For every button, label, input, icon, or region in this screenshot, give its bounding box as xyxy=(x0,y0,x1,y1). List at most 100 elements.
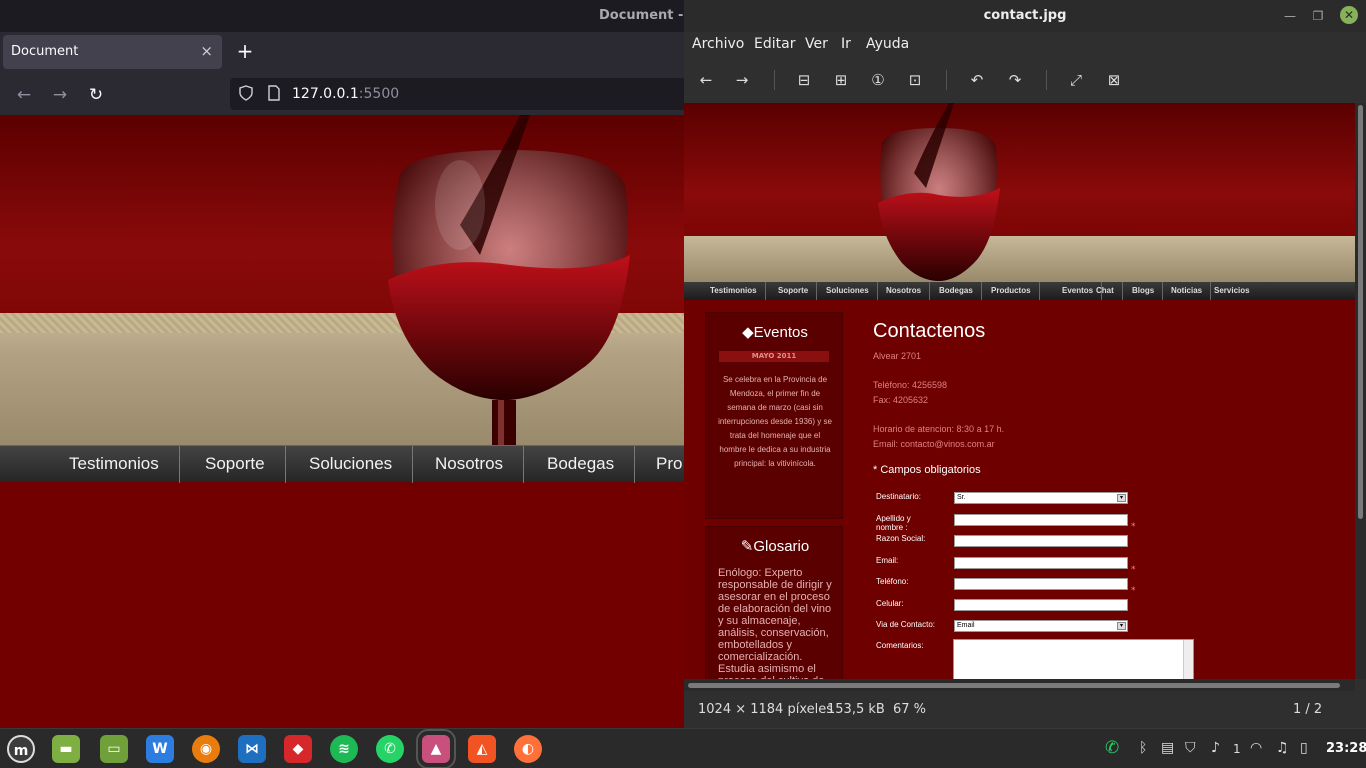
image-position: 1 / 2 xyxy=(1293,702,1323,717)
glosario-text: Enólogo: Experto responsable de dirigir … xyxy=(718,567,832,679)
nav-item-testimonios[interactable]: Testimonios xyxy=(49,446,180,483)
form-label-razon: Razon Social: xyxy=(876,534,926,543)
reload-button[interactable]: ↻ xyxy=(84,83,108,107)
vertical-scrollbar[interactable] xyxy=(1355,103,1366,679)
nav-item-soluciones[interactable]: Soluciones xyxy=(289,446,414,483)
form-input-celular xyxy=(954,599,1128,611)
clipboard-icon[interactable]: ▤ xyxy=(1161,740,1174,756)
image-viewer-icon[interactable]: ▲ xyxy=(416,729,456,768)
wps-office-icon[interactable]: W xyxy=(146,735,174,763)
form-label-via: Via de Contacto: xyxy=(876,620,936,629)
minimize-icon[interactable]: — xyxy=(1282,8,1298,24)
browser-titlebar: Document - M xyxy=(0,0,684,32)
menu-ir[interactable]: Ir xyxy=(841,36,851,52)
menu-editar[interactable]: Editar xyxy=(754,36,795,52)
menu-archivo[interactable]: Archivo xyxy=(692,36,744,52)
maximize-icon[interactable]: ❐ xyxy=(1310,8,1326,24)
music-icon[interactable]: ♫ xyxy=(1276,740,1289,756)
close-button[interactable]: ✕ xyxy=(1340,6,1358,24)
battery-icon[interactable]: ▯ xyxy=(1300,740,1308,756)
slideshow-button[interactable]: ⊠ xyxy=(1104,70,1124,90)
nav-item-productos[interactable]: Pro xyxy=(636,446,684,483)
image-nav-item: Chat xyxy=(1088,282,1123,300)
browser-tab[interactable]: Document × xyxy=(3,35,222,69)
whatsapp-icon[interactable]: ✆ xyxy=(376,735,404,763)
eventos-title: ◆Eventos xyxy=(742,324,808,341)
form-input-telefono xyxy=(954,578,1128,590)
form-label-apellido: Apellido y nombre : xyxy=(876,514,911,532)
image-filesize: 153,5 kB xyxy=(827,702,885,717)
form-textarea-comentarios xyxy=(953,639,1194,679)
notifications-icon[interactable]: ♪ xyxy=(1211,740,1220,756)
eventos-text: Se celebra en la Provincia de Mendoza, e… xyxy=(718,375,832,468)
shield-tray-icon[interactable]: ⛉ xyxy=(1185,740,1196,756)
contact-address: Alvear 2701 xyxy=(873,351,922,361)
menu-ver[interactable]: Ver xyxy=(805,36,828,52)
page-nav-menu: Testimonios Soporte Soluciones Nosotros … xyxy=(0,445,684,483)
vscode-icon[interactable]: ⋈ xyxy=(238,735,266,763)
clock: 23:28 xyxy=(1326,741,1366,756)
horizontal-scrollbar[interactable] xyxy=(684,679,1355,691)
nav-item-bodegas[interactable]: Bodegas xyxy=(527,446,636,483)
back-button[interactable]: ← xyxy=(12,83,36,107)
image-dimensions: 1024 × 1184 píxeles xyxy=(698,702,833,717)
image-nav-item: Servicios xyxy=(1214,286,1250,295)
image-nav-item: Testimonios xyxy=(702,282,766,300)
mint-menu-icon[interactable]: m xyxy=(7,735,35,763)
viewer-title: contact.jpg xyxy=(684,0,1366,32)
firefox-icon[interactable]: ◐ xyxy=(514,735,542,763)
image-nav-item: Bodegas xyxy=(931,282,982,300)
menu-ayuda[interactable]: Ayuda xyxy=(866,36,909,52)
form-label-destinatario: Destinatario: xyxy=(876,492,921,501)
zoom-in-button[interactable]: ⊞ xyxy=(831,70,851,90)
folder-icon[interactable]: ▭ xyxy=(100,735,128,763)
page-icon xyxy=(267,85,281,105)
nav-item-nosotros[interactable]: Nosotros xyxy=(415,446,525,483)
web-page: Testimonios Soporte Soluciones Nosotros … xyxy=(0,115,684,728)
form-label-comentarios: Comentarios: xyxy=(876,641,924,650)
image-canvas[interactable]: Testimonios Soporte Soluciones Nosotros … xyxy=(684,103,1355,679)
image-nav-item: Soporte xyxy=(770,282,818,300)
new-tab-button[interactable]: + xyxy=(234,40,256,62)
git-icon[interactable]: ◆ xyxy=(284,735,312,763)
blender-icon[interactable]: ◉ xyxy=(192,735,220,763)
next-image-button[interactable]: → xyxy=(732,70,752,90)
forward-button[interactable]: → xyxy=(48,83,72,107)
files-icon[interactable]: ▬ xyxy=(52,735,80,763)
form-select-destinatario: Sr. ▾ xyxy=(954,492,1128,504)
fullscreen-button[interactable]: ⤢ xyxy=(1066,70,1086,90)
spotify-icon[interactable]: ≋ xyxy=(330,735,358,763)
required-star: * xyxy=(1131,522,1136,532)
image-nav-menu: Testimonios Soporte Soluciones Nosotros … xyxy=(684,282,1355,300)
rotate-left-button[interactable]: ↶ xyxy=(967,70,987,90)
url-text: 127.0.0.1:5500 xyxy=(292,86,399,102)
contact-title: Contactenos xyxy=(873,320,986,342)
shield-icon[interactable] xyxy=(238,85,254,105)
url-host: 127.0.0.1 xyxy=(292,86,359,102)
required-star: * xyxy=(1131,565,1136,575)
zoom-fit-button[interactable]: ⊡ xyxy=(905,70,925,90)
contact-email: Email: contacto@vinos.com.ar xyxy=(873,439,995,449)
form-input-email xyxy=(954,557,1128,569)
rotate-right-button[interactable]: ↷ xyxy=(1005,70,1025,90)
glosario-panel: ✎Glosario Enólogo: Experto responsable d… xyxy=(705,526,843,679)
zoom-out-button[interactable]: ⊟ xyxy=(794,70,814,90)
image-viewer-window: contact.jpg — ❐ ✕ Archivo Editar Ver Ir … xyxy=(684,0,1366,728)
wifi-icon[interactable]: ◠ xyxy=(1250,740,1262,756)
image-nav-item: Noticias xyxy=(1163,282,1212,300)
contact-fax: Fax: 4205632 xyxy=(873,395,929,405)
url-bar[interactable]: 127.0.0.1:5500 xyxy=(230,78,684,110)
brave-icon[interactable]: ◭ xyxy=(468,735,496,763)
prev-image-button[interactable]: ← xyxy=(696,70,716,90)
nav-item-soporte[interactable]: Soporte xyxy=(185,446,286,483)
contact-phone: Teléfono: 4256598 xyxy=(873,380,948,390)
browser-window-title: Document - M xyxy=(599,8,684,23)
tab-close-icon[interactable]: × xyxy=(200,42,213,60)
image-wine-glass xyxy=(878,103,1000,281)
bluetooth-icon[interactable]: ᛒ xyxy=(1139,740,1147,756)
tab-title: Document xyxy=(11,44,79,59)
contact-hours: Horario de atencion: 8:30 a 17 h. xyxy=(873,424,1005,434)
zoom-normal-button[interactable]: ① xyxy=(868,70,888,90)
required-star: * xyxy=(1131,586,1136,596)
whatsapp-tray-icon[interactable]: ✆ xyxy=(1105,738,1119,758)
